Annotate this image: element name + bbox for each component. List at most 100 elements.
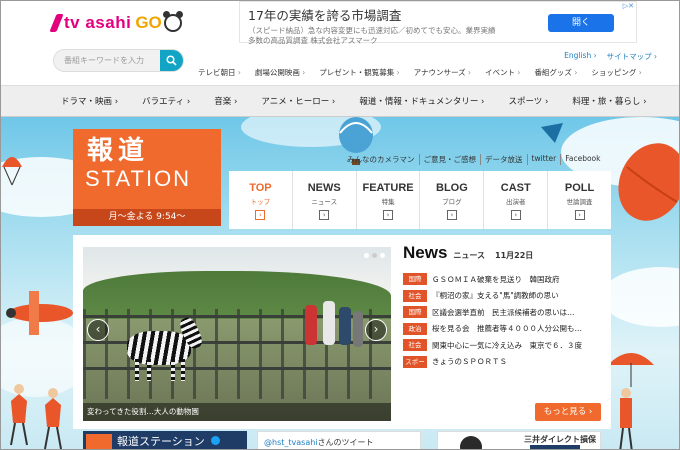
subnav-item[interactable]: テレビ朝日 bbox=[198, 67, 241, 78]
feature-slideshow[interactable]: ‹ › 変わってきた役割…大人の動物園 bbox=[83, 247, 391, 421]
slide-caption[interactable]: 変わってきた役割…大人の動物園 bbox=[83, 403, 391, 421]
news-panel: News ニュース 11月22日 国際 ＧＳＯＭＩＡ破棄を見送り 韓国政府 社会『… bbox=[403, 243, 603, 378]
arrow-right-icon: › bbox=[383, 210, 394, 220]
news-item[interactable]: スポーツ きょうのＳＰＯＲＴＳ bbox=[403, 354, 603, 378]
program-link[interactable]: みんなのカメラマン bbox=[343, 154, 420, 165]
logo-text: tv asahi bbox=[64, 13, 132, 32]
search-input[interactable] bbox=[54, 50, 158, 71]
program-link[interactable]: ご意見・ご感想 bbox=[420, 154, 481, 165]
subnav-item[interactable]: 番組グッズ bbox=[534, 67, 577, 78]
parachute-icon bbox=[2, 157, 22, 186]
tab-label: FEATURE bbox=[362, 182, 414, 194]
station-widget-title: 報道ステーション bbox=[117, 435, 205, 448]
dancers-icon bbox=[10, 384, 62, 449]
search-button[interactable] bbox=[160, 50, 183, 71]
tv-asahi-logo[interactable]: tv asahi GO bbox=[49, 11, 183, 33]
airship-icon bbox=[618, 143, 679, 221]
program-link[interactable]: データ放送 bbox=[481, 154, 528, 165]
station-widget-logo bbox=[86, 434, 112, 449]
logo-go: GO bbox=[135, 13, 162, 32]
more-news-button[interactable]: もっと見る › bbox=[535, 403, 601, 421]
subnav-item[interactable]: 劇場公開映画 bbox=[255, 67, 305, 78]
genre-nav-item[interactable]: 報道・情報・ドキュメンタリー bbox=[359, 95, 484, 107]
program-links: みんなのカメラマン ご意見・ご感想 データ放送 twitter Facebook bbox=[343, 154, 605, 165]
top-content-panel: ‹ › 変わってきた役割…大人の動物園 News ニュース 11月22日 国際 Ｇ… bbox=[73, 235, 611, 429]
search-icon bbox=[166, 55, 177, 66]
tab-feature[interactable]: FEATURE 特集 › bbox=[357, 171, 421, 229]
twitter-handle-link[interactable]: @hst_tvasahi bbox=[264, 438, 318, 447]
twitter-widget-label: さんのツイート bbox=[317, 438, 374, 447]
arrow-right-icon: › bbox=[255, 210, 266, 220]
insurance-logo bbox=[530, 445, 580, 449]
tab-blog[interactable]: BLOG ブログ › bbox=[420, 171, 485, 229]
news-headline: 『桐沼の家』支える"馬"調教師の思い bbox=[432, 291, 559, 300]
tab-sublabel: 世論調査 bbox=[566, 198, 593, 206]
ad-info-icon[interactable]: ▷✕ bbox=[623, 2, 634, 10]
news-list: 国際 ＧＳＯＭＩＡ破棄を見送り 韓国政府 社会 『桐沼の家』支える"馬"調教師の思い… bbox=[403, 271, 603, 378]
slide-indicator bbox=[364, 253, 385, 258]
banner-ad[interactable]: 17年の実績を誇る市場調査 （スピード納品）急な内容変更にも迅速対応／初めてでも… bbox=[239, 1, 637, 46]
tab-sublabel: ニュース bbox=[311, 198, 338, 206]
tab-cast[interactable]: CAST 出演者 › bbox=[484, 171, 549, 229]
news-title: News bbox=[403, 243, 448, 262]
news-item[interactable]: 国際 区議会選挙直前 民主派候補者の思いは… bbox=[403, 304, 603, 320]
news-headline: きょうのＳＰＯＲＴＳ bbox=[432, 357, 507, 366]
news-item[interactable]: 国際 ＧＳＯＭＩＡ破棄を見送り 韓国政府 bbox=[403, 271, 603, 287]
station-widget[interactable]: 報道ステーション bbox=[83, 431, 247, 449]
station-logo[interactable]: 報道 STATION 月～金よる 9:54～ bbox=[73, 129, 221, 226]
tab-top[interactable]: TOP トップ › bbox=[229, 171, 293, 229]
logo-slash-icon bbox=[49, 14, 64, 32]
sub-nav: テレビ朝日 劇場公開映画 プレゼント・観覧募集 アナウンサーズ イベント 番組グ… bbox=[198, 67, 656, 78]
news-item[interactable]: 政治 桜を見る会 推薦者等４０００人分公開も… bbox=[403, 321, 603, 337]
tab-news[interactable]: NEWS ニュース › bbox=[293, 171, 357, 229]
program-link[interactable]: twitter bbox=[528, 154, 562, 165]
news-headline: 関東中心に一気に冷え込み 東京で６．３度 bbox=[432, 340, 582, 350]
subnav-item[interactable]: イベント bbox=[485, 67, 520, 78]
search-box bbox=[53, 49, 184, 72]
genre-nav-item[interactable]: 料理・旅・暮らし bbox=[572, 95, 646, 107]
category-badge: 政治 bbox=[403, 322, 427, 335]
slide-prev-button[interactable]: ‹ bbox=[87, 319, 109, 341]
arrow-right-icon: › bbox=[319, 210, 330, 220]
genre-nav-item[interactable]: 音楽 bbox=[214, 95, 237, 107]
news-item[interactable]: 社会 関東中心に一気に冷え込み 東京で６．３度 bbox=[403, 337, 603, 353]
utility-links: English › サイトマップ › bbox=[564, 51, 657, 62]
category-badge: 国際 bbox=[403, 273, 427, 285]
news-item[interactable]: 社会 『桐沼の家』支える"馬"調教師の思い bbox=[403, 288, 603, 304]
category-badge: スポーツ bbox=[403, 355, 427, 378]
slide-next-button[interactable]: › bbox=[365, 319, 387, 341]
genre-nav-item[interactable]: ドラマ・映画 bbox=[61, 95, 118, 107]
subnav-item[interactable]: プレゼント・観覧募集 bbox=[319, 67, 399, 78]
category-badge: 社会 bbox=[403, 289, 427, 302]
twitter-widget[interactable]: @hst_tvasahiさんのツイート bbox=[257, 431, 421, 449]
news-date: 11月22日 bbox=[495, 251, 534, 260]
subnav-item[interactable]: アナウンサーズ bbox=[414, 67, 471, 78]
news-headline: ＧＳＯＭＩＡ破棄を見送り 韓国政府 bbox=[432, 274, 560, 284]
category-badge: 社会 bbox=[403, 339, 427, 351]
subnav-item[interactable]: ショッピング bbox=[591, 67, 641, 78]
program-tabs: TOP トップ › NEWS ニュース › FEATURE 特集 › BLOG … bbox=[229, 171, 611, 229]
genre-nav-item[interactable]: バラエティ bbox=[142, 95, 190, 107]
sitemap-link[interactable]: サイトマップ › bbox=[607, 51, 657, 62]
verified-icon bbox=[211, 436, 221, 445]
station-title-jp: 報道 bbox=[87, 136, 150, 166]
english-link[interactable]: English › bbox=[564, 51, 596, 62]
genre-nav: ドラマ・映画 バラエティ 音楽 アニメ・ヒーロー 報道・情報・ドキュメンタリー … bbox=[1, 85, 679, 117]
plane-icon bbox=[6, 291, 73, 335]
insurance-ad[interactable]: 三井ダイレクト損保 bbox=[437, 431, 601, 449]
genre-nav-item[interactable]: アニメ・ヒーロー bbox=[261, 95, 335, 107]
tab-label: BLOG bbox=[436, 182, 468, 194]
tab-poll[interactable]: POLL 世論調査 › bbox=[548, 171, 611, 229]
arrow-right-icon: › bbox=[574, 210, 585, 220]
program-link[interactable]: Facebook bbox=[561, 154, 604, 165]
arrow-right-icon: › bbox=[510, 210, 521, 220]
category-badge: 国際 bbox=[403, 306, 427, 318]
umbrella-person-icon bbox=[608, 353, 654, 449]
genre-nav-item[interactable]: スポーツ bbox=[508, 95, 548, 107]
tab-sublabel: トップ bbox=[250, 198, 271, 206]
site-header: tv asahi GO 17年の実績を誇る市場調査 （スピード納品）急な内容変更… bbox=[1, 1, 679, 85]
ad-open-button[interactable]: 開く bbox=[548, 14, 614, 32]
tab-sublabel: 特集 bbox=[381, 198, 395, 206]
ad-description: （スピード納品）急な内容変更にも迅速対応／初めてでも安心。業界実績多数の高品質調… bbox=[248, 26, 496, 46]
tab-label: TOP bbox=[249, 182, 272, 194]
